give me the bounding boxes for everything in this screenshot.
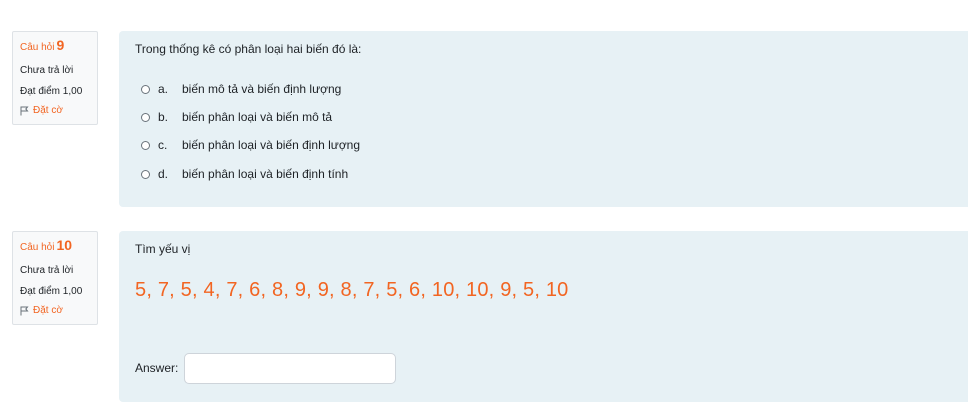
option-text: biến mô tả và biến định lượng <box>182 82 342 96</box>
option-letter: c. <box>158 138 168 152</box>
option-letter: d. <box>158 167 169 181</box>
question-10-content: Tìm yếu vị 5, 7, 5, 4, 7, 6, 8, 9, 9, 8,… <box>119 231 968 402</box>
radio-option-d[interactable] <box>141 169 150 179</box>
radio-option-b[interactable] <box>141 112 150 122</box>
answer-label: Answer: <box>135 361 179 375</box>
option-a[interactable]: a. biến mô tả và biến định lượng <box>141 82 341 96</box>
flag-label: Đặt cờ <box>33 305 63 316</box>
question-10-info: Câu hỏi 10 Chưa trả lời Đạt điểm 1,00 Đặ… <box>12 231 98 325</box>
flag-label: Đặt cờ <box>33 105 63 116</box>
flag-question-button[interactable]: Đặt cờ <box>20 305 90 316</box>
option-c[interactable]: c. biến phân loại và biến định lượng <box>141 138 360 152</box>
question-state: Chưa trả lời <box>20 265 74 276</box>
question-text: Tìm yếu vị <box>135 242 191 256</box>
flag-question-button[interactable]: Đặt cờ <box>20 105 90 116</box>
data-values: 5, 7, 5, 4, 7, 6, 8, 9, 9, 8, 7, 5, 6, 1… <box>135 279 569 301</box>
option-d[interactable]: d. biến phân loại và biến định tính <box>141 167 348 181</box>
answer-input[interactable] <box>184 353 396 384</box>
option-b[interactable]: b. biến phân loại và biến mô tả <box>141 110 332 124</box>
question-grade: Đạt điểm 1,00 <box>20 86 83 97</box>
option-letter: a. <box>158 82 169 96</box>
question-9-info: Câu hỏi 9 Chưa trả lời Đạt điểm 1,00 Đặt… <box>12 31 98 125</box>
question-9-content: Trong thống kê có phân loại hai biến đó … <box>119 31 968 207</box>
option-text: biến phân loại và biến định lượng <box>182 138 361 152</box>
question-state: Chưa trả lời <box>20 65 74 76</box>
quiz-page: Câu hỏi 9 Chưa trả lời Đạt điểm 1,00 Đặt… <box>0 0 968 402</box>
option-letter: b. <box>158 110 169 124</box>
flag-icon <box>20 306 29 316</box>
radio-option-c[interactable] <box>141 140 150 150</box>
option-text: biến phân loại và biến định tính <box>182 167 349 181</box>
question-grade: Đạt điểm 1,00 <box>20 286 83 297</box>
question-text: Trong thống kê có phân loại hai biến đó … <box>135 42 362 56</box>
question-number: Câu hỏi 9 <box>20 37 90 56</box>
question-number-value: 9 <box>56 37 65 53</box>
question-number: Câu hỏi 10 <box>20 237 90 256</box>
question-label: Câu hỏi <box>20 242 55 253</box>
flag-icon <box>20 106 29 116</box>
question-label: Câu hỏi <box>20 42 55 53</box>
radio-option-a[interactable] <box>141 84 150 94</box>
question-number-value: 10 <box>56 237 73 253</box>
option-text: biến phân loại và biến mô tả <box>182 110 333 124</box>
